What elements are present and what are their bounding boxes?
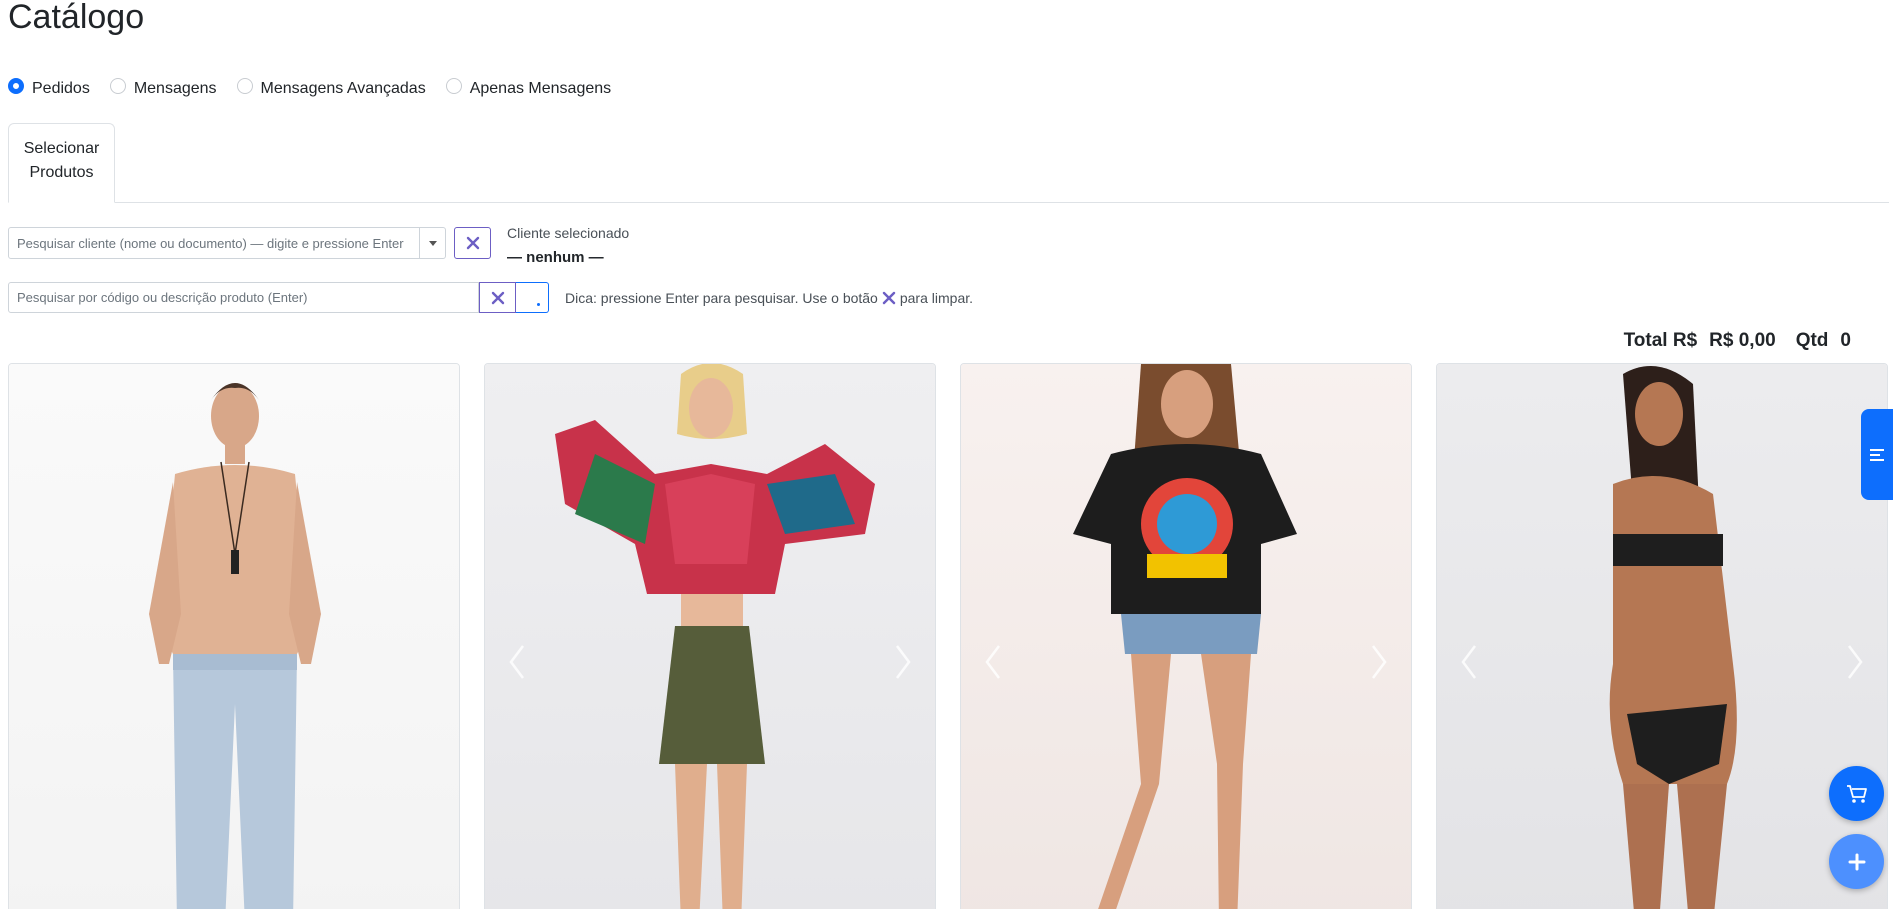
menu-lines-icon xyxy=(1870,448,1884,461)
produto-search-input[interactable]: Pesquisar por código ou descrição produt… xyxy=(8,282,479,313)
selected-client-caption: Cliente selecionado xyxy=(507,225,630,241)
radio-apenas-mensagens[interactable]: Apenas Mensagens xyxy=(445,78,612,98)
cliente-clear-button[interactable] xyxy=(454,227,491,259)
produto-search-row: Pesquisar por código ou descrição produt… xyxy=(8,282,973,313)
side-panel-toggle[interactable] xyxy=(1861,409,1893,500)
order-totals: Total R$ R$ 0,00 Qtd 0 xyxy=(1612,330,1851,352)
carousel-prev-icon[interactable] xyxy=(1457,642,1481,682)
x-icon xyxy=(491,291,504,304)
tab-label-line1: Selecionar xyxy=(23,140,100,157)
caret-down-icon xyxy=(428,240,437,246)
product-photo[interactable] xyxy=(1437,364,1887,909)
carousel-next-icon[interactable] xyxy=(1843,642,1867,682)
carousel-prev-icon[interactable] xyxy=(505,642,529,682)
radio-mensagens[interactable]: Mensagens xyxy=(109,78,217,98)
cart-icon xyxy=(1846,784,1867,803)
search-hint: Dica: pressione Enter para pesquisar. Us… xyxy=(565,290,973,306)
selected-client-value: — nenhum — xyxy=(507,249,604,266)
radio-label: Mensagens Avançadas xyxy=(260,80,426,97)
produto-clear-button[interactable] xyxy=(479,282,516,313)
product-photo[interactable] xyxy=(485,364,935,909)
radio-dot[interactable] xyxy=(109,78,126,94)
radio-pedidos[interactable]: Pedidos xyxy=(8,78,90,98)
woman-floral-top-skirt-photo xyxy=(555,364,875,909)
cliente-dropdown-toggle[interactable] xyxy=(420,227,446,259)
product-card[interactable] xyxy=(8,363,460,909)
radio-mensagens-avancadas[interactable]: Mensagens Avançadas xyxy=(236,78,426,98)
search-icon xyxy=(537,303,540,306)
tabs-divider xyxy=(8,202,1889,203)
page-title: Catálogo xyxy=(8,0,145,36)
woman-frevo-axe-tshirt-photo xyxy=(1073,364,1297,909)
cliente-search-input[interactable]: Pesquisar cliente (nome ou documento) — … xyxy=(8,227,420,259)
radio-dot[interactable] xyxy=(8,78,24,94)
product-card[interactable] xyxy=(1436,363,1888,909)
woman-black-bikini-photo xyxy=(1609,366,1737,909)
carousel-next-icon[interactable] xyxy=(891,642,915,682)
tab-selecionar-produtos[interactable]: Selecionar Produtos xyxy=(8,123,115,203)
selected-client: Cliente selecionado — nenhum — xyxy=(507,224,629,269)
radio-label: Mensagens xyxy=(133,80,217,97)
carousel-next-icon[interactable] xyxy=(1367,642,1391,682)
total-value: R$ 0,00 xyxy=(1709,330,1776,351)
qty-value: 0 xyxy=(1840,330,1851,351)
carousel-prev-icon[interactable] xyxy=(981,642,1005,682)
hint-text-before: Dica: pressione Enter para pesquisar. Us… xyxy=(565,289,878,306)
cart-button[interactable] xyxy=(1829,766,1884,821)
produto-search-button[interactable] xyxy=(516,282,549,313)
radio-dot[interactable] xyxy=(445,78,462,94)
man-jeans-photo xyxy=(149,383,321,909)
product-photo[interactable] xyxy=(9,364,459,909)
hint-text-after: para limpar. xyxy=(899,289,974,306)
tab-label-line2: Produtos xyxy=(29,164,94,181)
product-card[interactable] xyxy=(484,363,936,909)
radio-label: Pedidos xyxy=(32,80,90,97)
total-label: Total R$ xyxy=(1623,330,1698,351)
product-grid xyxy=(8,363,1891,909)
mode-radio-group: Pedidos Mensagens Mensagens Avançadas Ap… xyxy=(8,78,631,98)
radio-dot[interactable] xyxy=(236,78,253,94)
add-button[interactable] xyxy=(1829,834,1884,889)
qty-label: Qtd xyxy=(1795,330,1829,351)
product-card[interactable] xyxy=(960,363,1412,909)
plus-icon xyxy=(1848,853,1865,870)
product-photo[interactable] xyxy=(961,364,1411,909)
x-icon xyxy=(882,291,896,304)
x-icon xyxy=(466,236,479,250)
radio-label: Apenas Mensagens xyxy=(469,80,612,97)
cliente-search-row: Pesquisar cliente (nome ou documento) — … xyxy=(8,224,629,269)
